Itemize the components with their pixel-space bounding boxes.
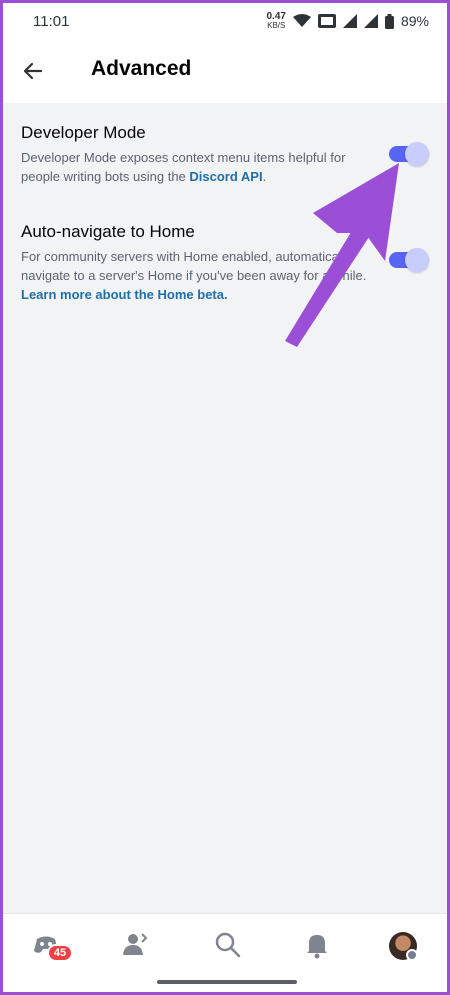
network-speed-unit: KB/S <box>267 21 286 30</box>
back-arrow-icon[interactable] <box>21 59 45 83</box>
status-time: 11:01 <box>33 12 70 30</box>
discord-api-link[interactable]: Discord API <box>189 169 262 184</box>
home-indicator[interactable] <box>157 980 297 984</box>
wifi-icon <box>292 14 311 27</box>
battery-icon <box>384 13 394 29</box>
page-title: Advanced <box>91 57 192 80</box>
network-speed: 0.47 KB/S <box>267 12 286 30</box>
friends-icon[interactable] <box>120 930 150 960</box>
annotation-arrow-icon <box>285 163 399 347</box>
battery-level: 89% <box>400 13 429 29</box>
volte-icon <box>317 14 336 28</box>
app-frame: 11:01 0.47 KB/S 89% Advanced Developer M… <box>3 3 447 992</box>
notification-badge: 45 <box>47 944 73 962</box>
notifications-icon[interactable] <box>302 930 332 960</box>
setting-title: Developer Mode <box>21 123 146 142</box>
page-header: Advanced <box>3 39 447 103</box>
search-icon[interactable] <box>213 930 243 960</box>
avatar-status-icon <box>406 949 418 961</box>
signal-icon <box>342 14 357 28</box>
status-bar: 11:01 0.47 KB/S 89% <box>3 3 447 39</box>
setting-description-suffix: . <box>262 169 267 184</box>
signal-icon-2 <box>363 14 378 28</box>
status-icons: 0.47 KB/S 89% <box>267 12 430 30</box>
